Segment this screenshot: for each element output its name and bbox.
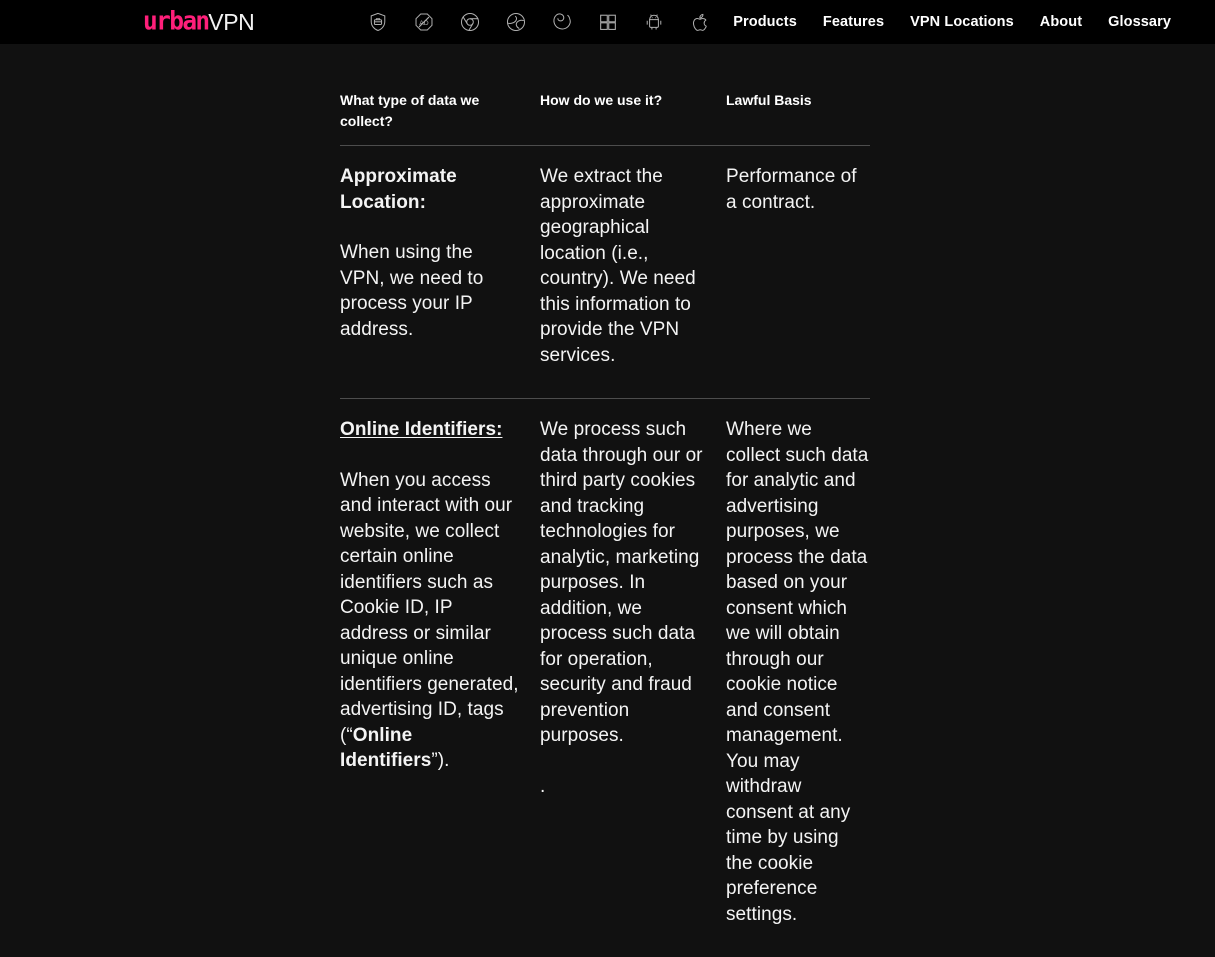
cell-usage: We extract the approximate geographical … (540, 146, 726, 399)
table-row: Online Identifiers: When you access and … (340, 399, 870, 957)
online-identifiers-text-part1: When you access and interact with our we… (340, 470, 519, 746)
column-header-usage: How do we use it? (540, 90, 726, 146)
ad-blocker-icon[interactable]: AD (412, 10, 436, 34)
windows-icon[interactable] (596, 10, 620, 34)
cell-lawful-basis: Performance of a contract. (726, 146, 870, 399)
cell-body-approximate-location: When using the VPN, we need to process y… (340, 240, 522, 342)
edge-icon[interactable] (504, 10, 528, 34)
chrome-icon[interactable] (458, 10, 482, 34)
cell-lawful-basis: Where we collect such data for analytic … (726, 399, 870, 957)
cell-data-type: Approximate Location: When using the VPN… (340, 146, 540, 399)
main-navigation: Products Features VPN Locations About Gl… (733, 14, 1171, 30)
nav-item-features[interactable]: Features (823, 14, 884, 30)
table-body: Approximate Location: When using the VPN… (340, 146, 870, 957)
android-icon[interactable] (642, 10, 666, 34)
site-logo[interactable]: urbanVPN (143, 10, 254, 34)
cell-usage: We process such data through our or thir… (540, 399, 726, 957)
cell-trailing-period: . (540, 774, 708, 800)
nav-item-glossary[interactable]: Glossary (1108, 14, 1171, 30)
online-identifiers-text-part2: ”). (431, 750, 449, 771)
column-header-lawful-basis: Lawful Basis (726, 90, 870, 146)
online-identifiers-defined-term: Online Identifiers (340, 725, 431, 772)
logo-text-vpn: VPN (208, 11, 254, 34)
cell-body-lawful-basis: Performance of a contract. (726, 164, 870, 215)
table-header: What type of data we collect? How do we … (340, 90, 870, 146)
table-header-row: What type of data we collect? How do we … (340, 90, 870, 146)
cell-data-type: Online Identifiers: When you access and … (340, 399, 540, 957)
cell-heading-online-identifiers: Online Identifiers: (340, 417, 522, 443)
apple-icon[interactable] (688, 10, 712, 34)
cell-body-usage: We process such data through our or thir… (540, 417, 708, 749)
cell-body-lawful-basis: Where we collect such data for analytic … (726, 417, 870, 927)
cell-heading-approximate-location: Approximate Location: (340, 164, 522, 215)
logo-text-urban: urban (143, 8, 209, 34)
cell-body-usage: We extract the approximate geographical … (540, 164, 708, 368)
nav-item-about[interactable]: About (1040, 14, 1082, 30)
privacy-data-table: What type of data we collect? How do we … (340, 90, 870, 957)
firefox-icon[interactable] (550, 10, 574, 34)
cell-body-online-identifiers: When you access and interact with our we… (340, 468, 522, 774)
page-content: What type of data we collect? How do we … (0, 44, 1215, 957)
site-header: urbanVPN AD (0, 0, 1215, 44)
table-row: Approximate Location: When using the VPN… (340, 146, 870, 399)
nav-item-products[interactable]: Products (733, 14, 797, 30)
column-header-data-type: What type of data we collect? (340, 90, 540, 146)
vpn-shield-icon[interactable] (366, 10, 390, 34)
platform-icon-bar: AD (366, 10, 712, 34)
nav-item-vpn-locations[interactable]: VPN Locations (910, 14, 1014, 30)
